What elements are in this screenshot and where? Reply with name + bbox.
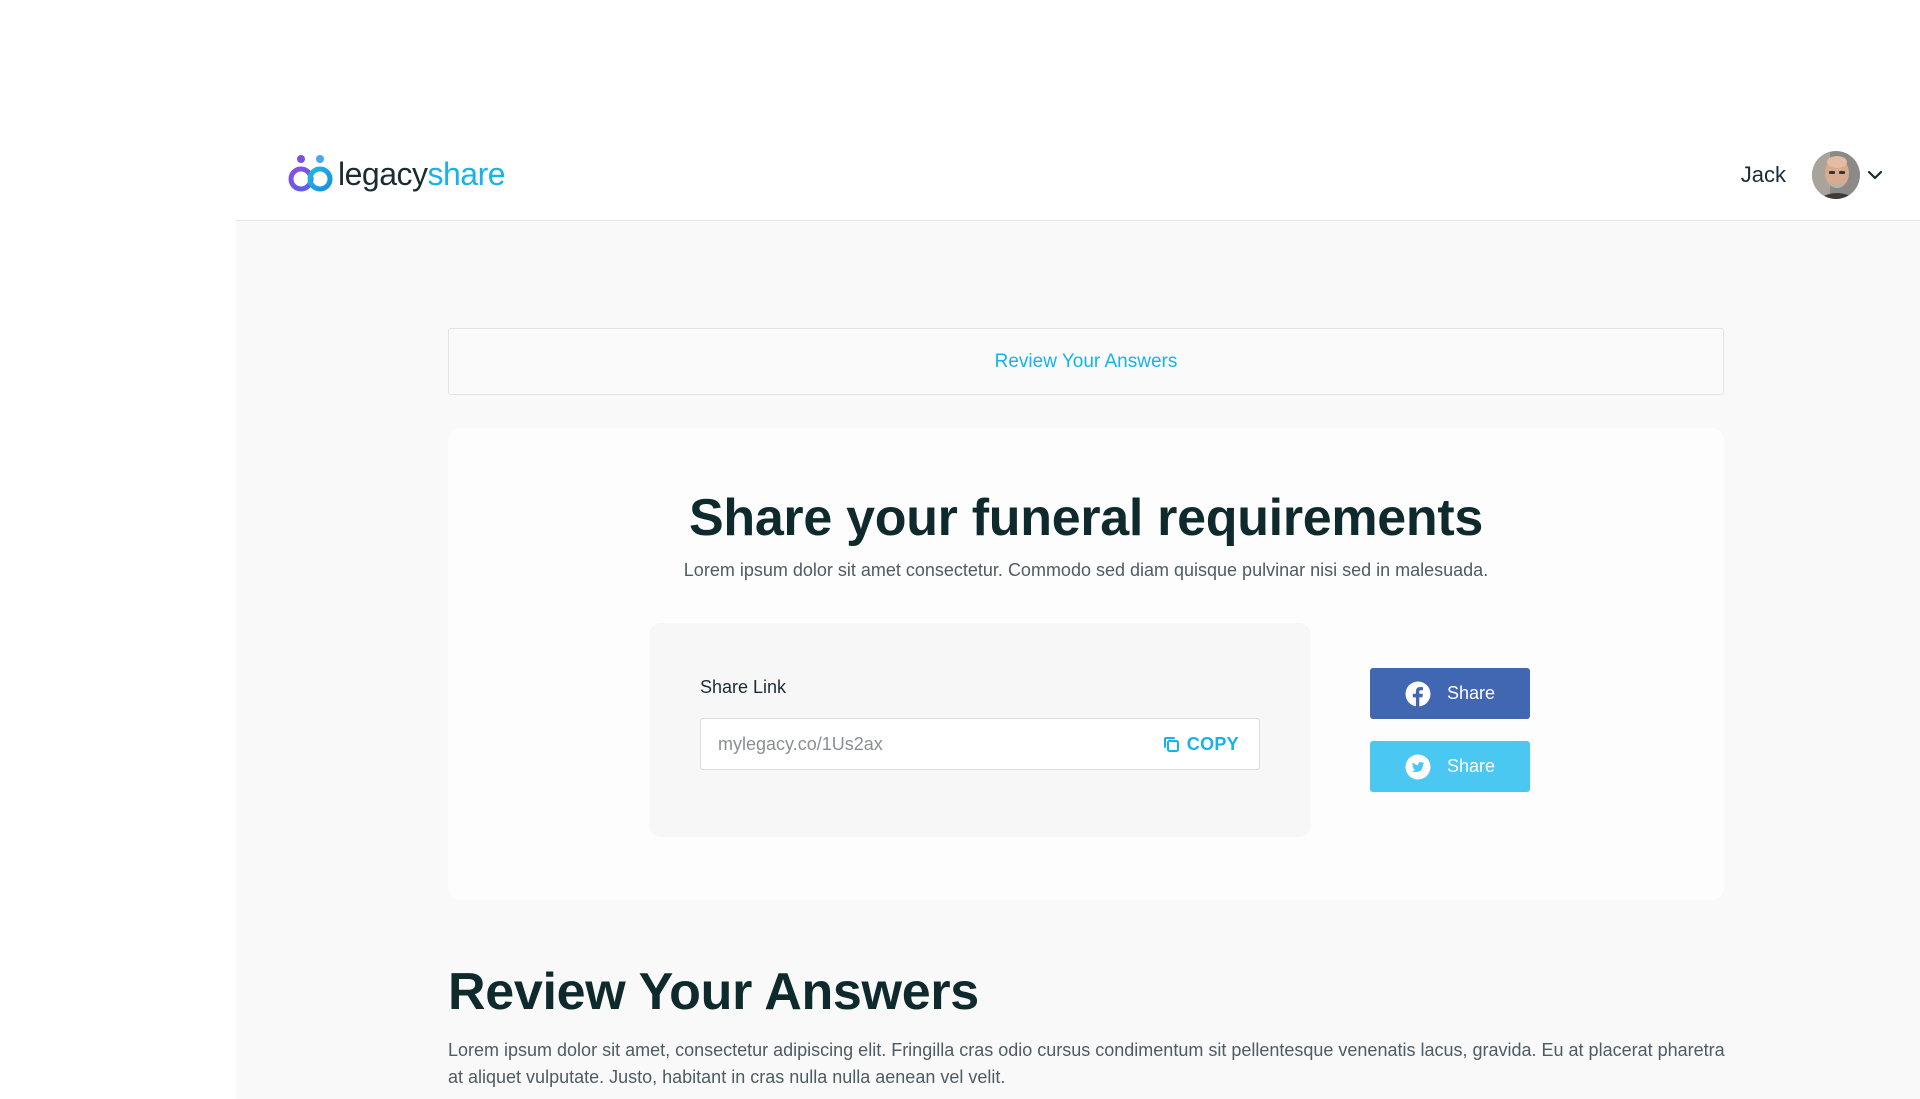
twitter-share-button[interactable]: Share (1370, 741, 1530, 792)
brand-wordmark-primary: legacy (338, 156, 428, 192)
twitter-share-label: Share (1446, 756, 1496, 776)
user-name: Jack (1740, 162, 1786, 187)
share-subtitle: Lorem ipsum dolor sit amet consectetur. … (683, 560, 1489, 580)
share-link-label: Share Link (700, 677, 787, 697)
share-link-field: COPY (700, 718, 1260, 770)
legacyshare-logo-icon (288, 155, 333, 192)
facebook-share-button[interactable]: Share (1370, 668, 1530, 719)
app-root: legacyshare Jack Review Your Answers Sha… (236, 0, 1920, 1099)
share-card: Share your funeral requirements Lorem ip… (448, 428, 1724, 900)
share-link-input[interactable] (718, 733, 1163, 755)
brand-wordmark-accent: share (427, 156, 506, 192)
brand-logo[interactable]: legacyshare (288, 154, 506, 194)
copy-button-label: COPY (1186, 733, 1239, 754)
share-title: Share your funeral requirements (688, 489, 1484, 547)
user-menu[interactable]: Jack (1741, 151, 1884, 199)
review-description: Lorem ipsum dolor sit amet, consectetur … (448, 1040, 1725, 1087)
facebook-share-label: Share (1446, 683, 1496, 703)
brand-wordmark: legacyshare (338, 154, 506, 194)
review-answers-banner[interactable]: Review Your Answers (448, 328, 1724, 395)
chevron-down-icon[interactable] (1866, 166, 1884, 184)
top-header: legacyshare Jack (236, 0, 1920, 221)
user-avatar[interactable] (1812, 151, 1860, 199)
copy-icon (1163, 736, 1179, 752)
twitter-icon (1405, 754, 1431, 779)
facebook-icon (1405, 681, 1431, 707)
share-link-panel: Share Link COPY (649, 623, 1311, 837)
review-heading: Review Your Answers (448, 963, 979, 1021)
copy-button[interactable]: COPY (1163, 734, 1239, 755)
